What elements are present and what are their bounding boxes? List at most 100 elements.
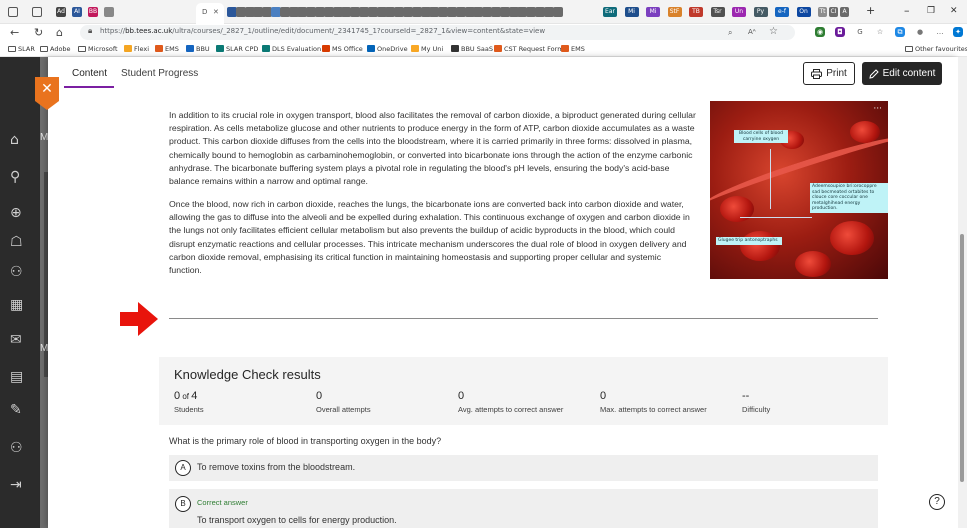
colored-tab[interactable]: Mi (646, 7, 660, 17)
colored-tab[interactable]: Un (732, 7, 746, 17)
folder-icon (40, 46, 48, 52)
bbu-icon (186, 45, 194, 52)
close-panel-button[interactable]: ✕ (35, 77, 59, 101)
more-icon[interactable]: … (935, 27, 945, 37)
colored-tab[interactable]: Tt (818, 7, 827, 17)
bookmark-item[interactable]: Flexi (124, 44, 149, 54)
maximize-icon[interactable]: ❐ (927, 4, 935, 18)
colored-tab[interactable]: Py (753, 7, 768, 17)
document-panel: Content Student Progress Print Edit cont… (48, 57, 958, 528)
paragraph-co2-transport: In addition to its crucial role in oxyge… (169, 110, 696, 187)
colored-tab[interactable]: A (840, 7, 849, 17)
bookmark-item[interactable]: Adobe (40, 44, 71, 54)
other-favourites[interactable]: Other favourites (905, 44, 967, 54)
correct-answer-label: Correct answer (197, 498, 248, 507)
home-icon[interactable]: ⌂ (56, 25, 63, 41)
slar-icon (216, 45, 224, 52)
bookmark-item[interactable]: BBU (186, 44, 210, 54)
back-icon[interactable]: ← (10, 25, 19, 41)
tab-actions-icon[interactable] (32, 7, 42, 17)
panel-scrollbar[interactable] (958, 57, 967, 528)
bookmarks-bar: Other favourites SLAR Adobe Microsoft Flexi… (0, 42, 967, 57)
callout-line (740, 217, 812, 218)
edit-content-button[interactable]: Edit content (862, 62, 942, 85)
background-nav-icon: ☖ (10, 234, 23, 250)
scrollbar-thumb[interactable] (960, 234, 964, 482)
red-blood-cell (720, 196, 754, 222)
active-tab[interactable]: D ✕ (196, 3, 224, 24)
read-aloud-icon[interactable]: Aᴬ (748, 27, 756, 38)
url-text: https://bb.tees.ac.uk/ultra/courses/_282… (100, 27, 546, 35)
bb-icon[interactable]: BB (88, 7, 98, 17)
print-button[interactable]: Print (803, 62, 855, 85)
colored-tab[interactable]: e-f (775, 7, 789, 17)
stat-difficulty: -- Difficulty (742, 390, 771, 414)
favorite-star-icon[interactable]: ☆ (769, 26, 778, 37)
favorites-icon[interactable]: ☆ (875, 27, 885, 37)
colored-tab[interactable]: StF (667, 7, 682, 17)
cst-icon (494, 45, 502, 52)
colored-tab[interactable]: On (796, 7, 811, 17)
new-tab-button[interactable]: + (866, 4, 875, 18)
refresh-ext-icon[interactable]: G (855, 27, 865, 37)
ems-icon (561, 45, 569, 52)
bookmark-item[interactable]: MS Office (322, 44, 363, 54)
address-bar[interactable]: 🔒︎ https://bb.tees.ac.uk/ultra/courses/_… (80, 25, 795, 40)
close-window-icon[interactable]: ✕ (950, 4, 958, 18)
answer-text: To remove toxins from the bloodstream. (197, 462, 356, 472)
bookmark-item[interactable]: BBU SaaS (451, 44, 493, 54)
knowledge-check-results: Knowledge Check results 0 of 4 Students … (159, 357, 888, 425)
colored-tab[interactable]: CI (829, 7, 838, 17)
tab-content[interactable]: Content (72, 68, 107, 79)
folder-icon (78, 46, 86, 52)
image-menu-icon[interactable]: ··· (873, 105, 882, 114)
stat-students: 0 of 4 Students (174, 390, 204, 414)
bookmark-item[interactable]: CST Request Form (494, 44, 564, 54)
bookmark-item[interactable]: SLAR (8, 44, 35, 54)
blood-cells-illustration: Blood cells of blood carryine oxygen Ade… (710, 101, 888, 279)
close-icon: ✕ (41, 81, 53, 97)
colored-tab[interactable]: Tsr (710, 7, 725, 17)
pencil-icon (868, 68, 879, 79)
window-icon[interactable] (8, 7, 18, 17)
sync-icon[interactable] (104, 7, 114, 17)
browser-toolbar: ← ↻ ⌂ 🔒︎ https://bb.tees.ac.uk/ultra/cou… (0, 24, 967, 42)
extension-icon[interactable]: ◉ (815, 27, 825, 37)
bookmark-item[interactable]: EMS (155, 44, 179, 54)
refresh-icon[interactable]: ↻ (34, 25, 43, 41)
bookmark-item[interactable]: Microsoft (78, 44, 118, 54)
bookmark-item[interactable]: My Uni (411, 44, 443, 54)
bookmark-item[interactable]: SLAR CPD (216, 44, 258, 54)
zoom-icon[interactable]: ⌕ (728, 27, 732, 38)
bookmark-item[interactable]: DLS Evaluation (262, 44, 321, 54)
background-nav-icon: ▦ (10, 297, 24, 313)
tab-student-progress[interactable]: Student Progress (121, 68, 198, 79)
colored-tab[interactable]: TB (689, 7, 703, 17)
ai-icon[interactable]: AI (72, 7, 82, 17)
close-tab-icon[interactable]: ✕ (213, 9, 219, 16)
background-nav-icon: ▤ (10, 369, 24, 385)
bbu-icon (451, 45, 459, 52)
colored-tab[interactable]: Ear (603, 7, 617, 17)
stat-avg-attempts: 0 Avg. attempts to correct answer (458, 390, 564, 414)
colored-tab[interactable]: Mi (624, 7, 639, 17)
active-tab-title: D (202, 8, 208, 16)
adobe-icon[interactable]: Ad (56, 7, 66, 17)
flexi-icon (124, 45, 132, 52)
ems-icon (155, 45, 163, 52)
lock-icon: 🔒︎ (88, 26, 93, 35)
answer-option-a: A To remove toxins from the bloodstream. (169, 455, 878, 481)
minimize-icon[interactable]: – (904, 4, 910, 18)
bookmark-item[interactable]: OneDrive (367, 44, 408, 54)
copilot-icon[interactable]: ✦ (953, 27, 963, 37)
bookmark-item[interactable]: EMS (561, 44, 585, 54)
collections-icon[interactable]: ⧉ (895, 27, 905, 37)
help-button[interactable]: ? (929, 494, 945, 510)
background-nav-icon: ⊕ (10, 205, 22, 221)
close-button-tail (35, 101, 59, 110)
profile-icon[interactable]: ● (915, 27, 925, 37)
page-icon[interactable] (552, 7, 563, 17)
red-arrow-annotation (120, 302, 158, 336)
red-blood-cell (795, 251, 831, 277)
extension-icon[interactable]: ◘ (835, 27, 845, 37)
